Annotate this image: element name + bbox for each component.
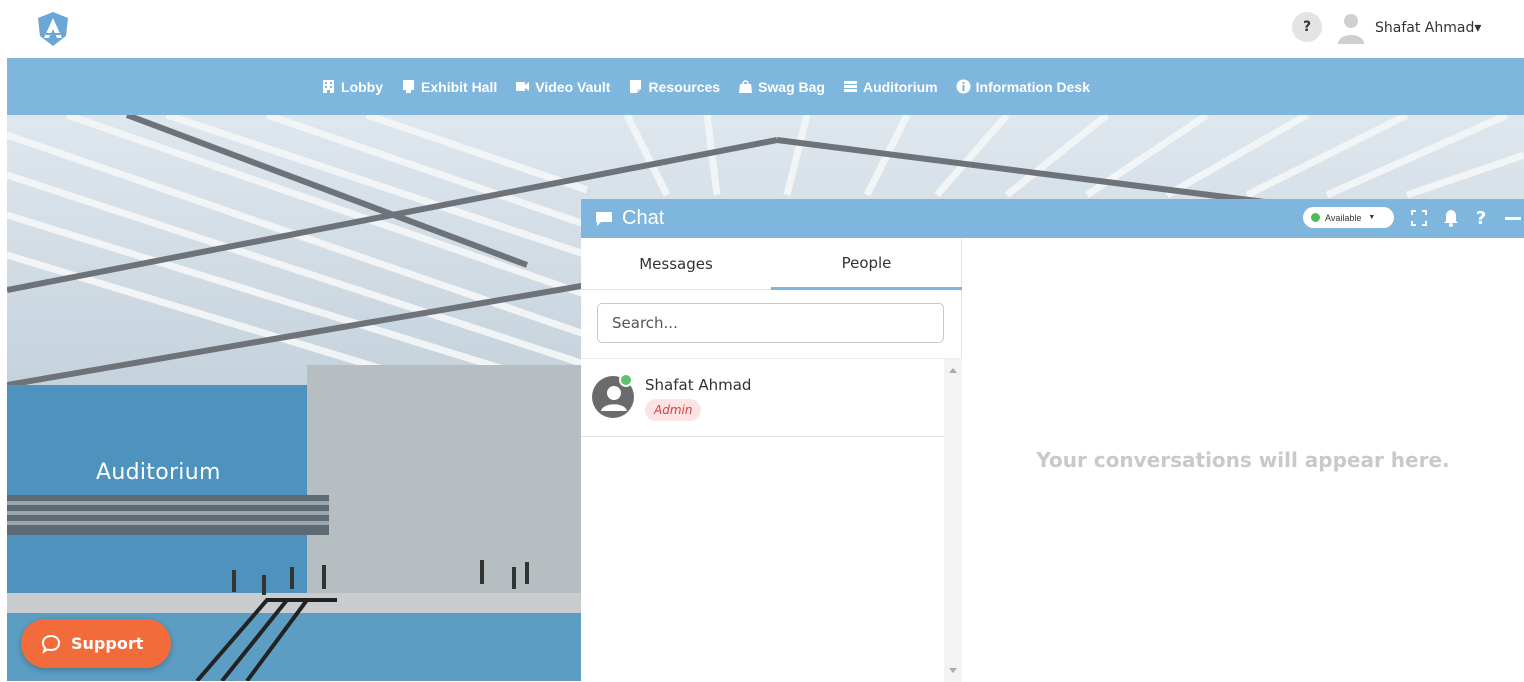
tab-people[interactable]: People [771,238,962,290]
nav-exhibit-hall-label: Exhibit Hall [421,78,498,95]
nav-swag-bag[interactable]: Swag Bag [738,79,825,95]
search-input[interactable] [597,303,944,343]
scroll-down-icon[interactable] [949,668,957,673]
people-list: Shafat Ahmad Admin [581,358,962,682]
nav-information-desk[interactable]: Information Desk [956,79,1090,95]
person-name: Shafat Ahmad [645,376,752,394]
auditorium-label: Auditorium [96,460,221,485]
chat-bubble-icon [41,634,61,654]
top-bar: ? Shafat Ahmad▾ [0,0,1524,58]
scrollbar[interactable] [944,359,962,682]
bag-icon [739,80,753,93]
nav-resources-label: Resources [648,78,721,95]
chat-tabs: Messages People [581,238,962,290]
nav-lobby-label: Lobby [341,78,384,95]
list-item[interactable]: Shafat Ahmad Admin [581,359,944,437]
help-button[interactable]: ? [1292,12,1322,42]
nav-information-desk-label: Information Desk [975,78,1090,95]
support-label: Support [71,634,144,653]
nav-auditorium[interactable]: Auditorium [843,79,938,95]
nav-video-vault[interactable]: Video Vault [515,79,610,95]
document-icon [630,80,642,93]
status-dropdown[interactable]: Available ▼ [1303,207,1394,228]
building-icon [323,80,335,93]
booth-icon [403,80,415,93]
scroll-up-icon[interactable] [949,368,957,373]
chat-window: Chat Available ▼ ? Messages People Searc… [581,199,1524,682]
online-status-icon [619,373,633,387]
status-label: Available [1325,212,1362,223]
help-icon[interactable]: ? [1472,208,1490,229]
status-dot-icon [1311,213,1320,222]
info-icon [956,79,971,94]
nav-lobby[interactable]: Lobby [321,79,383,95]
bell-icon[interactable] [1442,209,1460,227]
caret-down-icon: ▼ [1368,214,1376,221]
chat-left-pane: Messages People Shafat Ahmad Admin [581,238,962,682]
nav-exhibit-hall[interactable]: Exhibit Hall [401,79,497,95]
video-camera-icon [516,82,530,91]
nav-swag-bag-label: Swag Bag [758,78,825,95]
minimize-icon[interactable] [1505,209,1524,227]
user-avatar-icon[interactable] [1334,10,1368,44]
chat-title: Chat [622,207,665,229]
list-icon [843,81,857,92]
conversation-pane: Your conversations will appear here. [962,238,1524,681]
nav-auditorium-label: Auditorium [862,78,938,95]
shield-logo-icon[interactable] [34,10,72,48]
main-nav: Lobby Exhibit Hall Video Vault Resources… [7,58,1524,115]
nav-resources[interactable]: Resources [628,79,720,95]
support-button[interactable]: Support [21,619,171,668]
nav-video-vault-label: Video Vault [535,78,611,95]
expand-icon[interactable] [1410,209,1428,227]
chat-icon [596,212,612,226]
role-badge: Admin [645,399,702,421]
chat-header: Chat Available ▼ ? [581,199,1524,238]
user-menu[interactable]: Shafat Ahmad▾ [1375,20,1481,36]
tab-messages[interactable]: Messages [581,238,771,290]
empty-conversation-text: Your conversations will appear here. [1036,448,1450,472]
